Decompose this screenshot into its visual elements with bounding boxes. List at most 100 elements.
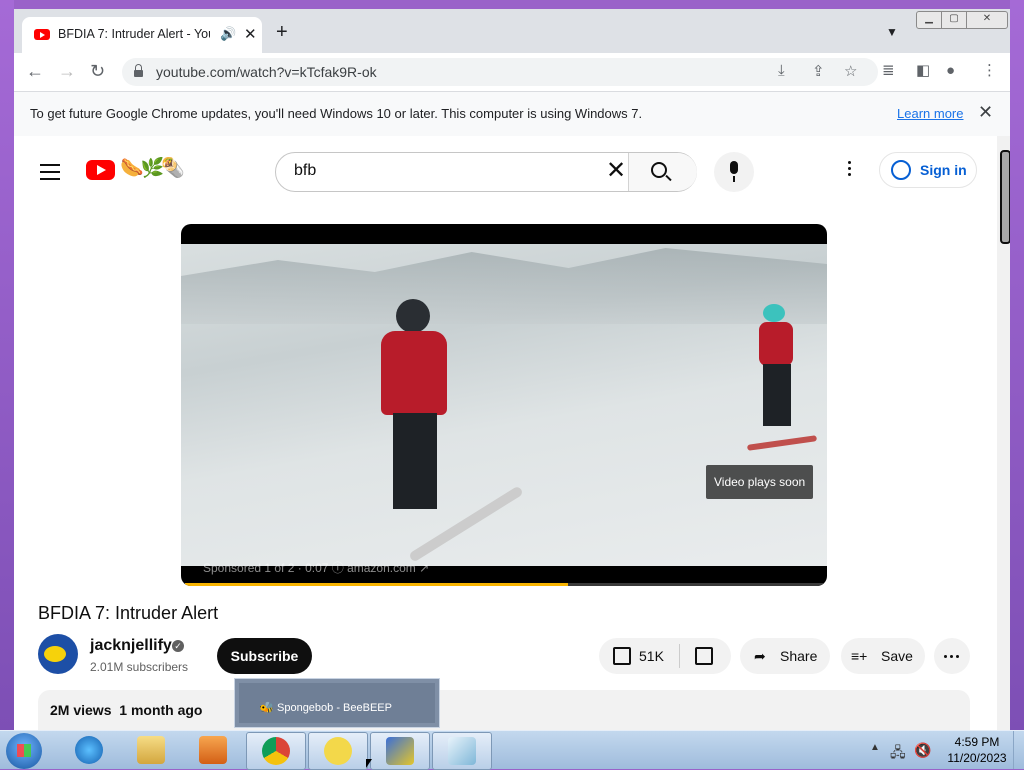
maximize-button[interactable]: ▢: [941, 11, 967, 29]
browser-toolbar: ← → ↻ youtube.com/watch?v=kTcfak9R-ok ⤓ …: [14, 53, 1010, 91]
popup-label: Spongebob - BeeBEEP: [277, 702, 392, 714]
start-button[interactable]: [6, 733, 42, 769]
show-desktop-button[interactable]: [1013, 731, 1024, 769]
infobar-message: To get future Google Chrome updates, you…: [30, 106, 643, 121]
profile-icon[interactable]: ●: [946, 61, 955, 81]
tray-expand-icon[interactable]: ▲: [870, 742, 880, 753]
forward-icon[interactable]: →: [58, 61, 76, 81]
desktop-left: [0, 0, 14, 730]
infobar-close-icon[interactable]: ✕: [978, 102, 993, 123]
dislike-icon[interactable]: [695, 647, 713, 665]
search-button[interactable]: [628, 153, 697, 191]
checkmark-icon: [386, 737, 414, 765]
channel-name[interactable]: jacknjellify: [90, 637, 172, 655]
taskbar-check-app[interactable]: [370, 732, 430, 770]
minimize-button[interactable]: ▁: [916, 11, 942, 29]
tab-title: BFDIA 7: Intruder Alert - YouTube: [58, 27, 210, 41]
lock-icon: [134, 64, 143, 77]
youtube-favicon-icon: [34, 29, 50, 40]
youtube-page: 🌭🌿🌯 ✕ Sign in Video plays soon Sponsored…: [14, 136, 997, 730]
sign-in-button[interactable]: Sign in: [879, 152, 977, 188]
media-player-icon: [199, 736, 227, 764]
bookmark-star-icon[interactable]: ☆: [844, 62, 857, 80]
page-scrollbar[interactable]: [997, 136, 1010, 730]
chrome-menu-icon[interactable]: ⋮: [982, 61, 997, 81]
subscribe-button[interactable]: Subscribe: [217, 638, 312, 674]
update-infobar: To get future Google Chrome updates, you…: [14, 91, 1010, 137]
tab-close-icon[interactable]: ✕: [244, 25, 257, 43]
menu-icon[interactable]: [40, 164, 60, 185]
subscriber-count: 2.01M subscribers: [90, 660, 189, 674]
voice-search-button[interactable]: [714, 152, 754, 192]
side-panel-icon[interactable]: ◧: [916, 61, 930, 81]
channel-avatar[interactable]: [38, 634, 78, 674]
search-input[interactable]: [292, 161, 596, 181]
address-url[interactable]: youtube.com/watch?v=kTcfak9R-ok: [156, 64, 377, 80]
scrollbar-thumb[interactable]: [1000, 150, 1010, 244]
video-frame: [181, 244, 827, 566]
taskbar-explorer[interactable]: [122, 732, 180, 768]
like-dislike-group: 51K: [599, 638, 731, 674]
youtube-logo-icon[interactable]: [86, 160, 115, 180]
microphone-icon: [730, 161, 738, 174]
volume-muted-icon[interactable]: 🔇: [914, 742, 931, 759]
learn-more-link[interactable]: Learn more: [897, 106, 963, 121]
internet-explorer-icon: [75, 736, 103, 764]
video-plays-soon-badge: Video plays soon: [706, 465, 814, 499]
taskbar-beebeep[interactable]: [308, 732, 368, 770]
desktop-right: [1010, 0, 1024, 730]
taskbar-thumbnail-popup[interactable]: 🐝 Spongebob - BeeBEEP: [234, 678, 440, 728]
video-title: BFDIA 7: Intruder Alert: [38, 603, 219, 623]
bee-icon: 🐝: [259, 701, 274, 715]
share-button[interactable]: ➦ Share: [740, 638, 830, 674]
video-player[interactable]: Video plays soon Sponsored 1 of 2 · 0:07…: [181, 224, 827, 586]
system-tray: ▲ 🖧 🔇 4:59 PM 11/20/2023: [866, 731, 1024, 769]
tab-active[interactable]: BFDIA 7: Intruder Alert - YouTube 🔊 ✕: [22, 17, 262, 53]
verified-icon: ✓: [172, 640, 184, 652]
ad-progress-fill: [185, 583, 568, 586]
like-icon[interactable]: [613, 647, 631, 665]
more-actions-button[interactable]: [934, 638, 970, 674]
like-count[interactable]: 51K: [639, 648, 664, 664]
bee-icon: [324, 737, 352, 765]
share-label: Share: [780, 648, 818, 664]
clock[interactable]: 4:59 PM 11/20/2023: [938, 734, 1016, 766]
tab-search-chevron-icon[interactable]: ▼: [886, 25, 898, 39]
ad-sponsor-info[interactable]: Sponsored 1 of 2 · 0:07 ⓘ amazon.com ↗: [203, 559, 429, 576]
save-label: Save: [881, 648, 913, 664]
new-tab-button[interactable]: +: [276, 22, 288, 42]
back-icon[interactable]: ←: [26, 61, 44, 81]
network-icon[interactable]: 🖧: [890, 742, 906, 766]
chrome-icon: [262, 737, 290, 765]
windows-taskbar: ▲ 🖧 🔇 4:59 PM 11/20/2023: [0, 730, 1024, 770]
logo-doodle[interactable]: 🌭🌿🌯: [120, 156, 185, 180]
reload-icon[interactable]: ↻: [90, 61, 105, 81]
taskbar-ie[interactable]: [60, 732, 118, 768]
settings-kebab-icon[interactable]: [848, 161, 852, 179]
ad-progress-bar: [185, 583, 823, 586]
save-button[interactable]: ≡+ Save: [841, 638, 925, 674]
search-icon: [651, 162, 667, 178]
description-box[interactable]: 2M views 1 month ago: [38, 690, 970, 730]
media-control-icon[interactable]: ≣: [882, 61, 895, 81]
close-window-button[interactable]: ✕: [966, 11, 1008, 29]
upload-date: 1 month ago: [119, 702, 203, 718]
mouse-cursor: [366, 759, 372, 768]
taskbar-chrome[interactable]: [246, 732, 306, 770]
save-playlist-icon: ≡+: [851, 648, 868, 664]
view-count: 2M views 1 month ago: [50, 702, 203, 718]
sign-in-label: Sign in: [920, 162, 967, 178]
share-page-icon[interactable]: ⇪: [812, 62, 825, 80]
taskbar-media-player[interactable]: [184, 732, 242, 768]
notepad-icon: [448, 737, 476, 765]
folder-icon: [137, 736, 165, 764]
install-icon[interactable]: ⤓: [778, 62, 785, 79]
clear-search-icon[interactable]: ✕: [606, 158, 626, 184]
clock-date: 11/20/2023: [947, 751, 1007, 765]
taskbar-notepad[interactable]: [432, 732, 492, 770]
snowboarder: [381, 299, 471, 529]
address-bar[interactable]: youtube.com/watch?v=kTcfak9R-ok ⤓ ⇪ ☆: [122, 58, 878, 86]
speaker-icon[interactable]: 🔊: [220, 26, 236, 42]
snowboarder: [759, 304, 807, 444]
search-box: ✕: [275, 152, 697, 192]
